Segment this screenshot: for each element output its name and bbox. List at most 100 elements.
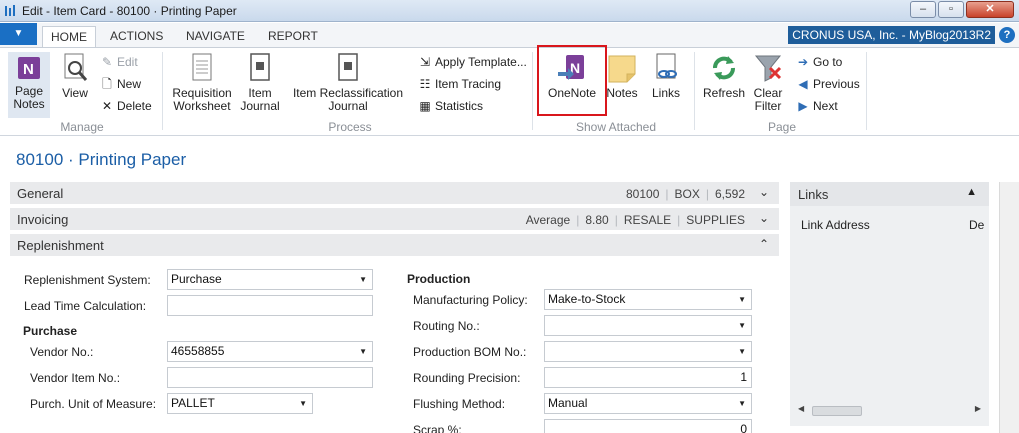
purchase-section-header: Purchase (23, 324, 78, 338)
fasttab-title: Invoicing (17, 212, 69, 227)
refresh-icon (713, 56, 735, 80)
replenishment-system-value: Purchase (171, 272, 222, 286)
window-title: Edit - Item Card - 80100 · Printing Pape… (22, 4, 237, 18)
item-journal-label: Item Journal (240, 86, 280, 113)
production-bom-select[interactable]: ▼ (544, 341, 752, 362)
statistics-button[interactable]: ▦ Statistics (418, 97, 483, 115)
summary-inventory-posting: SUPPLIES (686, 213, 745, 227)
next-button[interactable]: ▶ Next (796, 97, 838, 115)
routing-no-select[interactable]: ▼ (544, 315, 752, 336)
new-document-icon: 🗋 (102, 77, 112, 91)
links-label: Links (651, 86, 680, 100)
refresh-label: Refresh (702, 86, 746, 100)
previous-button[interactable]: ◀ Previous (796, 75, 860, 93)
dropdown-arrow-icon[interactable]: ▼ (359, 342, 367, 361)
scrap-field[interactable]: 0 (544, 419, 752, 433)
manufacturing-policy-select[interactable]: Make-to-Stock ▼ (544, 289, 752, 310)
flushing-method-select[interactable]: Manual ▼ (544, 393, 752, 414)
minimize-button[interactable]: – (910, 1, 936, 18)
description-column-header[interactable]: De (969, 218, 984, 232)
dropdown-arrow-icon[interactable]: ▼ (738, 342, 746, 361)
rounding-precision-label: Rounding Precision: (413, 371, 521, 385)
tab-actions[interactable]: ACTIONS (102, 26, 171, 47)
app-menu-button[interactable]: ▼ (0, 23, 37, 45)
close-button[interactable]: ✕ (966, 1, 1014, 18)
fasttab-general[interactable]: General 80100 | BOX | 6,592 ⌄ (10, 182, 779, 205)
clear-filter-button[interactable]: Clear Filter (750, 52, 786, 113)
chevron-up-icon[interactable]: ▲ (966, 186, 977, 198)
show-attached-group-label: Show Attached (575, 120, 657, 134)
summary-uom: BOX (674, 187, 700, 201)
vendor-no-select[interactable]: 46558855 ▼ (167, 341, 373, 362)
replenishment-system-select[interactable]: Purchase ▼ (167, 269, 373, 290)
requisition-worksheet-label: Requisition Worksheet (172, 86, 232, 113)
statistics-label: Statistics (435, 99, 484, 113)
scroll-right-icon[interactable]: ▶ (975, 404, 981, 413)
delete-label: Delete (117, 99, 152, 113)
item-journal-button[interactable]: Item Journal (238, 52, 282, 113)
company-name[interactable]: CRONUS USA, Inc. - MyBlog2013R2 (788, 26, 995, 44)
new-button[interactable]: 🗋 New (100, 75, 141, 93)
vendor-item-no-field[interactable] (167, 367, 373, 388)
next-icon: ▶ (798, 99, 808, 113)
edit-button[interactable]: ✎ Edit (100, 53, 138, 71)
links-icon (656, 53, 677, 79)
chevron-down-icon[interactable]: ⌄ (759, 185, 769, 199)
link-address-column-header[interactable]: Link Address (801, 218, 870, 232)
tab-report[interactable]: REPORT (260, 26, 326, 47)
page-notes-label: Page Notes (13, 84, 45, 111)
notes-button[interactable]: Notes (604, 52, 640, 100)
scroll-left-icon[interactable]: ◀ (798, 404, 804, 413)
dropdown-arrow-icon[interactable]: ▼ (299, 394, 307, 413)
onenote-highlight-box (537, 45, 607, 116)
page-group-label: Page (767, 120, 797, 134)
tab-navigate[interactable]: NAVIGATE (178, 26, 253, 47)
view-label: View (62, 86, 88, 100)
refresh-button[interactable]: Refresh (702, 52, 746, 100)
dropdown-arrow-icon[interactable]: ▼ (738, 394, 746, 413)
rounding-precision-field[interactable]: 1 (544, 367, 752, 388)
summary-gen-prod-posting: RESALE (623, 213, 672, 227)
restore-button[interactable]: ▫ (938, 1, 964, 18)
fasttab-invoicing[interactable]: Invoicing Average | 8.80 | RESALE | SUPPLIES ⌄ (10, 208, 779, 231)
vendor-no-value: 46558855 (171, 344, 225, 358)
summary-item-no: 80100 (626, 187, 660, 201)
links-button[interactable]: Links (648, 52, 684, 100)
svg-text:N: N (23, 61, 34, 78)
fasttab-replenishment[interactable]: Replenishment ⌃ (10, 234, 779, 257)
lead-time-field[interactable] (167, 295, 373, 316)
dropdown-arrow-icon[interactable]: ▼ (738, 290, 746, 309)
page-vertical-scrollbar[interactable] (999, 182, 1019, 433)
summary-costing-method: Average (525, 213, 571, 227)
requisition-worksheet-button[interactable]: Requisition Worksheet (170, 52, 234, 113)
tab-home[interactable]: HOME (42, 26, 96, 47)
previous-label: Previous (813, 77, 860, 91)
purch-uom-select[interactable]: PALLET ▼ (167, 393, 313, 414)
help-icon[interactable]: ? (999, 27, 1015, 43)
apply-template-label: Apply Template... (435, 55, 527, 69)
manage-group-label: Manage (60, 120, 104, 134)
page-notes-button[interactable]: N Page Notes (8, 52, 50, 118)
replenishment-system-label: Replenishment System: (24, 273, 151, 287)
ribbon-tab-row: ▼ HOME ACTIONS NAVIGATE REPORT CRONUS US… (0, 23, 1019, 47)
links-horizontal-scrollbar[interactable]: ◀ ▶ (798, 403, 981, 418)
ribbon-separator (866, 52, 867, 130)
item-reclass-label: Item Reclassification Journal (292, 86, 404, 113)
delete-button[interactable]: ✕ Delete (100, 97, 152, 115)
scrollbar-thumb[interactable] (812, 406, 862, 416)
item-tracing-button[interactable]: ☷ Item Tracing (418, 75, 501, 93)
dropdown-arrow-icon[interactable]: ▼ (738, 316, 746, 335)
view-button[interactable]: View (58, 52, 92, 100)
notes-icon (608, 55, 636, 83)
go-to-button[interactable]: ➔ Go to (796, 53, 842, 71)
item-reclassification-journal-button[interactable]: Item Reclassification Journal (286, 52, 410, 113)
chevron-down-icon[interactable]: ⌄ (759, 211, 769, 225)
next-label: Next (813, 99, 838, 113)
apply-template-button[interactable]: ⇲ Apply Template... (418, 53, 527, 71)
links-factbox-header[interactable]: Links ▲ (790, 182, 989, 206)
process-group-label: Process (328, 120, 372, 134)
clear-filter-icon (754, 55, 782, 82)
notes-label: Notes (606, 86, 638, 100)
dropdown-arrow-icon[interactable]: ▼ (359, 270, 367, 289)
chevron-up-icon[interactable]: ⌃ (759, 237, 769, 251)
